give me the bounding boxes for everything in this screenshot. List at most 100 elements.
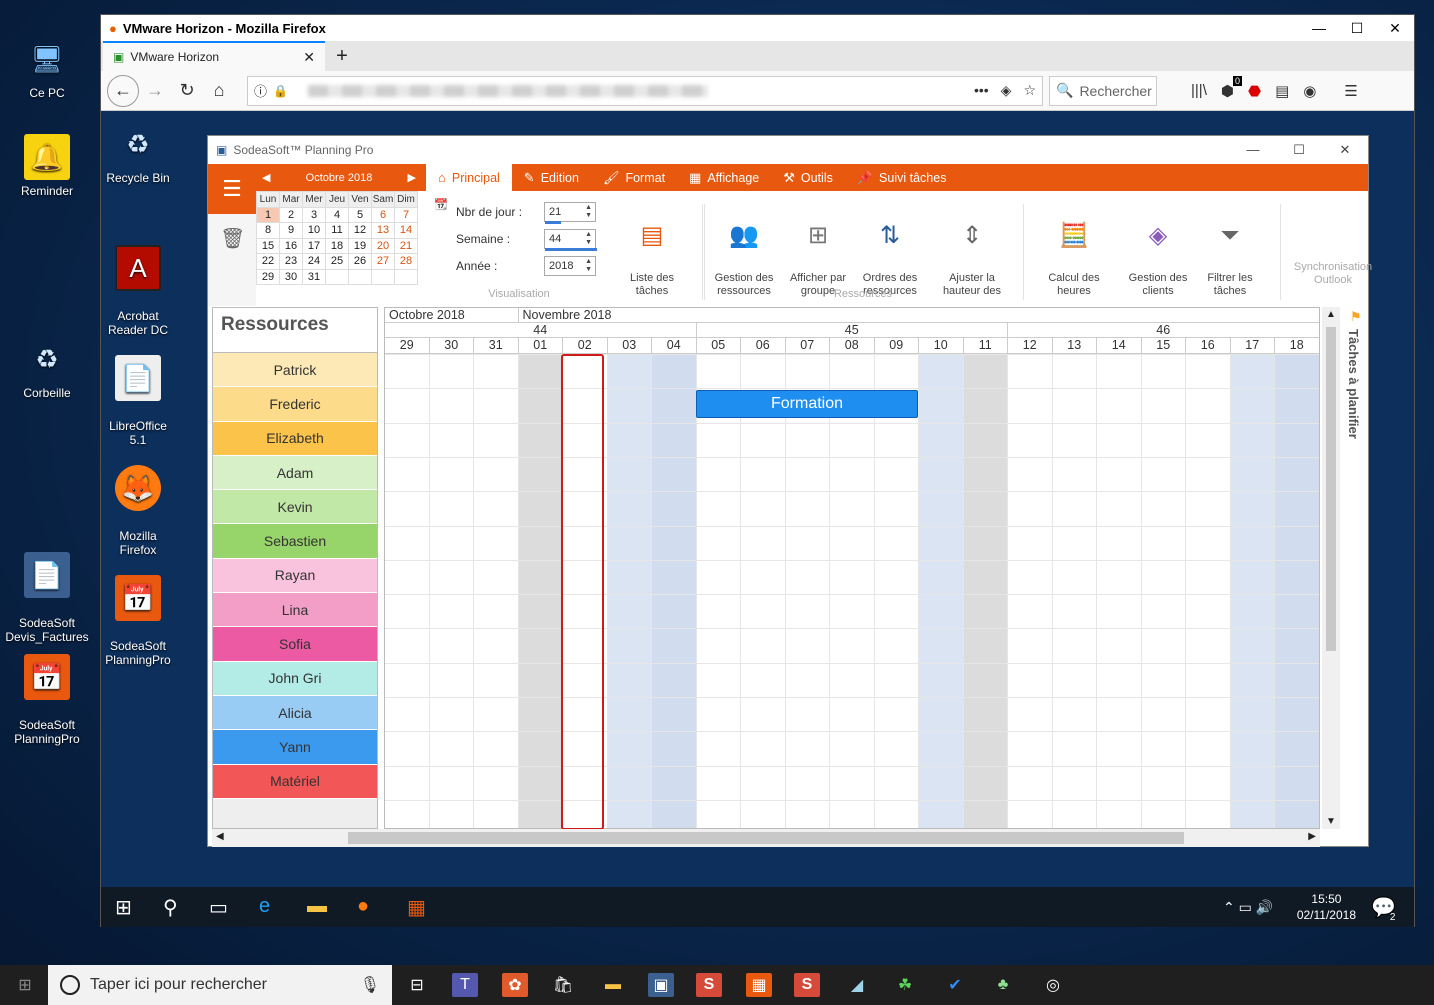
gestion-ressources-button[interactable]: 👥 Gestion des ressources [704, 204, 784, 298]
desktop-icon-devis-factures[interactable]: 📄 SodeaSoft Devis_Factures [2, 538, 92, 644]
day-column[interactable] [518, 354, 563, 828]
calcul-heures-button[interactable]: 🧮 Calcul des heures [1034, 204, 1114, 298]
day-header[interactable]: 11 [963, 338, 1008, 354]
desktop-icon-firefox[interactable]: 🦊 Mozilla Firefox [93, 451, 183, 557]
annee-spinner[interactable]: 2018 ▲ ▼ [544, 256, 596, 276]
schedule-grid[interactable]: Octobre 2018 Novembre 2018 44 45 46 29 30 31 01 0… [384, 307, 1320, 829]
devis-icon[interactable]: ▣ [648, 973, 674, 997]
scroll-thumb[interactable] [348, 832, 1184, 844]
calendar-day[interactable]: 27 [371, 253, 395, 270]
day-column[interactable] [1275, 354, 1319, 828]
day-column[interactable] [1142, 354, 1186, 828]
day-column[interactable] [430, 354, 474, 828]
vm-clock[interactable]: 15:50 02/11/2018 [1297, 891, 1356, 923]
extension-icon[interactable]: ◉ [1303, 82, 1316, 100]
calendar-day[interactable]: 4 [325, 206, 349, 223]
day-column[interactable] [697, 354, 741, 828]
ajuster-hauteur-button[interactable]: ⇕ Ajuster la hauteur des [932, 204, 1012, 298]
edge-icon[interactable]: e [259, 895, 270, 918]
calendar-day[interactable]: 11 [325, 222, 349, 239]
resource-row[interactable]: Adam [213, 455, 377, 491]
close-icon[interactable]: ✕ [1376, 20, 1414, 37]
calendar-day[interactable]: 6 [371, 206, 395, 223]
day-column[interactable] [963, 354, 1008, 828]
calendar-day[interactable]: 8 [256, 222, 280, 239]
resource-row[interactable]: Lina [213, 593, 377, 628]
desktop-icon-acrobat[interactable]: A Acrobat Reader DC [93, 231, 183, 337]
search-icon[interactable]: ⚲ [163, 895, 178, 920]
calendar-day[interactable]: 17 [302, 237, 326, 254]
prev-month-icon[interactable]: ◀ [262, 171, 270, 184]
day-column[interactable] [1230, 354, 1275, 828]
maximize-icon[interactable]: ☐ [1338, 20, 1376, 37]
day-header[interactable]: 02 [563, 338, 608, 354]
calendar-day[interactable]: 16 [279, 237, 303, 254]
windows-start-icon[interactable]: ⊞ [12, 973, 38, 997]
day-header[interactable]: 01 [518, 338, 563, 354]
day-header[interactable]: 09 [874, 338, 919, 354]
host-search-input[interactable]: Taper ici pour rechercher 🎙 [48, 965, 392, 1005]
todo-icon[interactable]: ✔ [942, 973, 968, 997]
next-month-icon[interactable]: ▶ [408, 171, 416, 184]
spinner-arrows-icon[interactable]: ▲ ▼ [585, 231, 592, 247]
day-column[interactable] [1097, 354, 1142, 828]
calendar-day[interactable]: 3 [302, 206, 326, 223]
calendar-day[interactable]: 22 [256, 253, 280, 270]
calendar-day[interactable]: 26 [348, 253, 372, 270]
calendar-day[interactable]: 13 [371, 222, 395, 239]
day-header[interactable]: 08 [830, 338, 875, 354]
forward-icon[interactable]: → [139, 76, 171, 106]
calendar-day[interactable]: 15 [256, 237, 280, 254]
day-header[interactable]: 06 [741, 338, 786, 354]
tab-format[interactable]: 🖌 Format [591, 164, 677, 191]
desktop-icon-recycle-bin[interactable]: ♻ Recycle Bin [93, 121, 183, 185]
sodeasoft-s-icon[interactable]: S [696, 973, 722, 997]
tab-affichage[interactable]: ▦ Affichage [677, 164, 771, 191]
resource-row[interactable]: John Gri [213, 661, 377, 696]
tab-outils[interactable]: ⚒ Outils [771, 164, 845, 191]
day-column[interactable] [1008, 354, 1053, 828]
task-view-icon[interactable]: ▭ [209, 895, 228, 920]
desktop-icon-reminder[interactable]: 🔔 Reminder [2, 134, 92, 198]
clover-icon[interactable]: ☘ [892, 973, 918, 997]
browser-search-input[interactable]: 🔍 Rechercher [1049, 75, 1157, 106]
microphone-icon[interactable]: 🎙 [360, 975, 380, 995]
maximize-icon[interactable]: ☐ [1276, 142, 1322, 158]
resource-row[interactable]: Kevin [213, 490, 377, 525]
planningpro-icon[interactable]: ▦ [746, 973, 772, 997]
trash-icon[interactable]: 🗑 [220, 226, 245, 251]
scroll-left-icon[interactable]: ◀ [216, 831, 224, 842]
afficher-groupe-button[interactable]: ⊞ Afficher par groupe [778, 204, 858, 298]
resource-row[interactable]: Rayan [213, 558, 377, 594]
sodeasoft-s2-icon[interactable]: S [794, 973, 820, 997]
semaine-spinner[interactable]: 44 ▲ ▼ [544, 229, 597, 251]
vertical-scrollbar[interactable]: ▲ ▼ [1322, 307, 1340, 829]
app-icon[interactable]: ♣ [990, 973, 1016, 997]
day-header[interactable]: 14 [1097, 338, 1142, 354]
day-header[interactable]: 15 [1141, 338, 1186, 354]
day-column[interactable] [830, 354, 875, 828]
tab-edition[interactable]: ✎ Edition [512, 164, 591, 191]
nbr-jour-spinner[interactable]: 21 ▲ ▼ [544, 202, 596, 224]
reload-icon[interactable]: ↻ [171, 76, 203, 106]
sync-outlook-button[interactable]: Synchronisation Outlook [1288, 248, 1378, 287]
day-header[interactable]: 13 [1052, 338, 1097, 354]
day-header[interactable]: 10 [919, 338, 964, 354]
day-header[interactable]: 12 [1008, 338, 1053, 354]
day-column[interactable] [1053, 354, 1097, 828]
day-header[interactable]: 03 [607, 338, 652, 354]
page-actions-icon[interactable]: ••• [974, 82, 989, 99]
day-header[interactable]: 07 [785, 338, 830, 354]
filtrer-taches-button[interactable]: ⏷ Filtrer les tâches [1190, 204, 1270, 298]
close-tab-icon[interactable]: ✕ [303, 49, 315, 66]
minimize-icon[interactable]: — [1300, 20, 1338, 37]
resource-row[interactable]: Patrick [213, 353, 377, 388]
day-column[interactable] [607, 354, 652, 828]
calendar-day[interactable]: 23 [279, 253, 303, 270]
teams-icon[interactable]: T [452, 973, 478, 997]
calendar-day[interactable]: 29 [256, 268, 280, 285]
home-icon[interactable]: ⌂ [203, 76, 235, 106]
tab-suivi-taches[interactable]: 📌 Suivi tâches [845, 164, 959, 191]
day-header[interactable]: 18 [1275, 338, 1319, 354]
resource-row[interactable]: Yann [213, 730, 377, 765]
